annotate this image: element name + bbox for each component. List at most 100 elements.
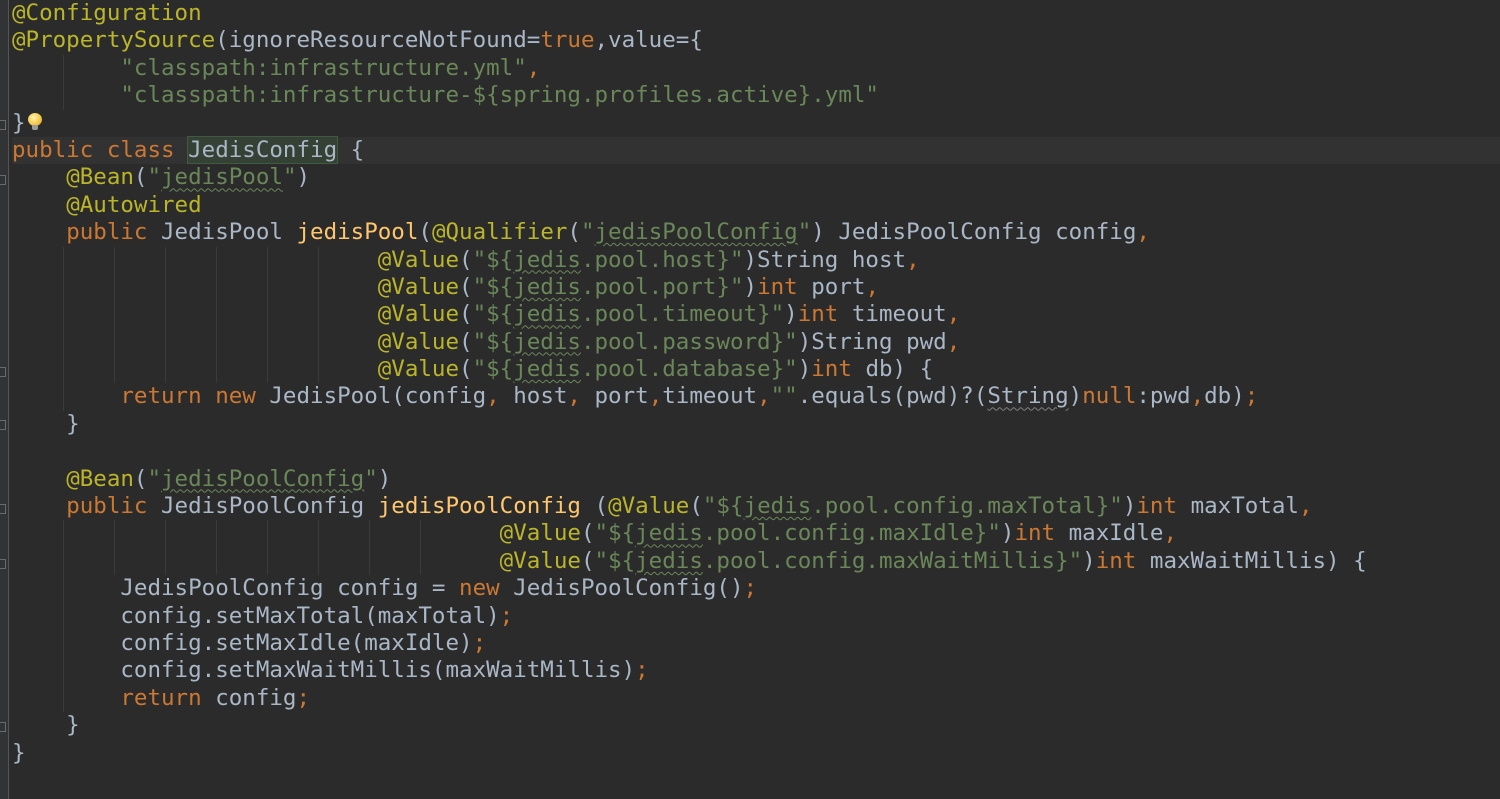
code-token: @Value	[377, 328, 460, 355]
code-line[interactable]: @Value("${jedis.pool.config.maxIdle}")in…	[12, 520, 1500, 548]
code-token: int	[1136, 493, 1191, 520]
code-line[interactable]: }	[12, 712, 1500, 739]
indent-guide	[113, 301, 115, 329]
fold-marker-icon[interactable]	[0, 559, 6, 569]
code-line[interactable]: config.setMaxTotal(maxTotal);	[12, 602, 1500, 630]
indent-guide	[62, 54, 64, 83]
indent-guide	[266, 328, 268, 357]
indent-guide	[266, 547, 268, 576]
indent-guide	[164, 273, 166, 302]
code-token: .pool.host}"	[580, 246, 744, 273]
code-token: "${	[472, 356, 514, 383]
code-line[interactable]: "classpath:infrastructure-${spring.profi…	[12, 82, 1500, 110]
code-line[interactable]: return config;	[12, 684, 1500, 713]
code-token: jedis	[513, 356, 581, 383]
code-token: @Value	[377, 246, 460, 273]
code-line[interactable]: @Value("${jedis.pool.config.maxWaitMilli…	[12, 547, 1500, 576]
code-token: int	[811, 356, 866, 383]
code-line[interactable]: }	[12, 110, 1500, 137]
code-token: (	[567, 219, 581, 246]
code-line[interactable]: return new JedisPool(config, host, port,…	[12, 383, 1500, 411]
code-token: JedisConfig	[187, 135, 339, 164]
fold-marker-icon[interactable]	[0, 367, 6, 377]
code-line[interactable]	[12, 438, 1500, 465]
code-token: )String host	[743, 246, 907, 273]
code-token: (	[133, 465, 148, 492]
code-token: db)	[1204, 383, 1245, 410]
code-line[interactable]: @Value("${jedis.pool.password}")String p…	[12, 328, 1500, 357]
code-token: return	[120, 684, 216, 711]
indent-guide	[164, 301, 166, 329]
code-token: "	[282, 164, 297, 191]
indent-guide	[215, 328, 217, 357]
code-token: String	[987, 383, 1069, 410]
indent-guide	[215, 246, 217, 274]
code-line[interactable]: @Value("${jedis.pool.timeout}")int timeo…	[12, 301, 1500, 329]
code-token: "	[364, 465, 378, 492]
code-line[interactable]: JedisPoolConfig config = new JedisPoolCo…	[12, 575, 1500, 603]
code-line[interactable]: @PropertySource(ignoreResourceNotFound=t…	[12, 27, 1500, 54]
code-line[interactable]: @Value("${jedis.pool.port}")int port,	[12, 273, 1500, 302]
code-token: maxTotal	[1190, 493, 1299, 520]
code-token: public	[66, 493, 162, 520]
fold-marker-icon[interactable]	[0, 175, 6, 185]
code-token: ,	[946, 328, 961, 355]
code-line[interactable]: @Bean("jedisPoolConfig")	[12, 466, 1500, 493]
code-line[interactable]: public JedisPoolConfig jedisPoolConfig (…	[12, 493, 1500, 520]
code-line[interactable]: public class JedisConfig {	[12, 135, 1500, 165]
indent-guide	[113, 273, 115, 302]
code-token: }	[12, 109, 26, 136]
lightbulb-icon[interactable]	[27, 111, 43, 133]
code-token: "${	[472, 301, 514, 328]
indent-guide	[215, 301, 217, 329]
code-token: "	[147, 164, 162, 191]
indent-guide	[164, 547, 166, 576]
code-token: "classpath:infrastructure-${spring.profi…	[120, 82, 879, 109]
fold-marker-icon[interactable]	[0, 120, 6, 130]
indent-guide	[266, 301, 268, 329]
code-token: (	[459, 273, 473, 300]
fold-marker-icon[interactable]	[0, 420, 6, 430]
indent-guide	[62, 328, 64, 357]
code-token: host	[513, 383, 568, 410]
code-line[interactable]: @Autowired	[12, 192, 1500, 219]
code-line[interactable]: }	[12, 411, 1500, 438]
code-area[interactable]: @Configuration @PropertySource(ignoreReso…	[12, 0, 1500, 767]
code-line[interactable]: @Value("${jedis.pool.host}")String host,	[12, 246, 1500, 274]
indent-guide	[113, 520, 115, 548]
code-token: .pool.config.maxIdle}"	[702, 520, 1001, 547]
code-line[interactable]: @Configuration	[12, 0, 1500, 27]
code-line[interactable]: }	[12, 740, 1500, 767]
code-line[interactable]: public JedisPool jedisPool(@Qualifier("j…	[12, 219, 1500, 246]
code-token: ,	[1163, 520, 1177, 547]
code-line[interactable]: config.setMaxIdle(maxIdle);	[12, 629, 1500, 658]
code-token: ,	[757, 383, 771, 410]
code-line[interactable]: "classpath:infrastructure.yml",	[12, 54, 1500, 83]
code-token: true	[540, 27, 595, 54]
code-token: @Qualifier	[431, 219, 568, 246]
code-token: jedisPool	[296, 219, 419, 246]
code-token: ) JedisPoolConfig config	[811, 219, 1137, 246]
code-token: .pool.password}"	[580, 328, 798, 355]
fold-marker-icon[interactable]	[0, 722, 6, 732]
code-token: jedis	[513, 246, 581, 273]
code-token: jedisPoolConfig	[594, 219, 798, 246]
code-token: )	[797, 356, 812, 383]
code-token: (	[459, 301, 473, 328]
code-token: ""	[770, 383, 798, 410]
code-token: "${	[472, 246, 514, 273]
code-line[interactable]: @Value("${jedis.pool.database}")int db) …	[12, 356, 1500, 384]
indent-guide	[62, 356, 64, 384]
code-token: }	[12, 712, 80, 739]
fold-marker-icon[interactable]	[0, 504, 6, 514]
code-line[interactable]: @Bean("jedisPool")	[12, 164, 1500, 191]
code-editor[interactable]: @Configuration @PropertySource(ignoreReso…	[0, 0, 1500, 799]
code-line[interactable]: config.setMaxWaitMillis(maxWaitMillis);	[12, 657, 1500, 685]
